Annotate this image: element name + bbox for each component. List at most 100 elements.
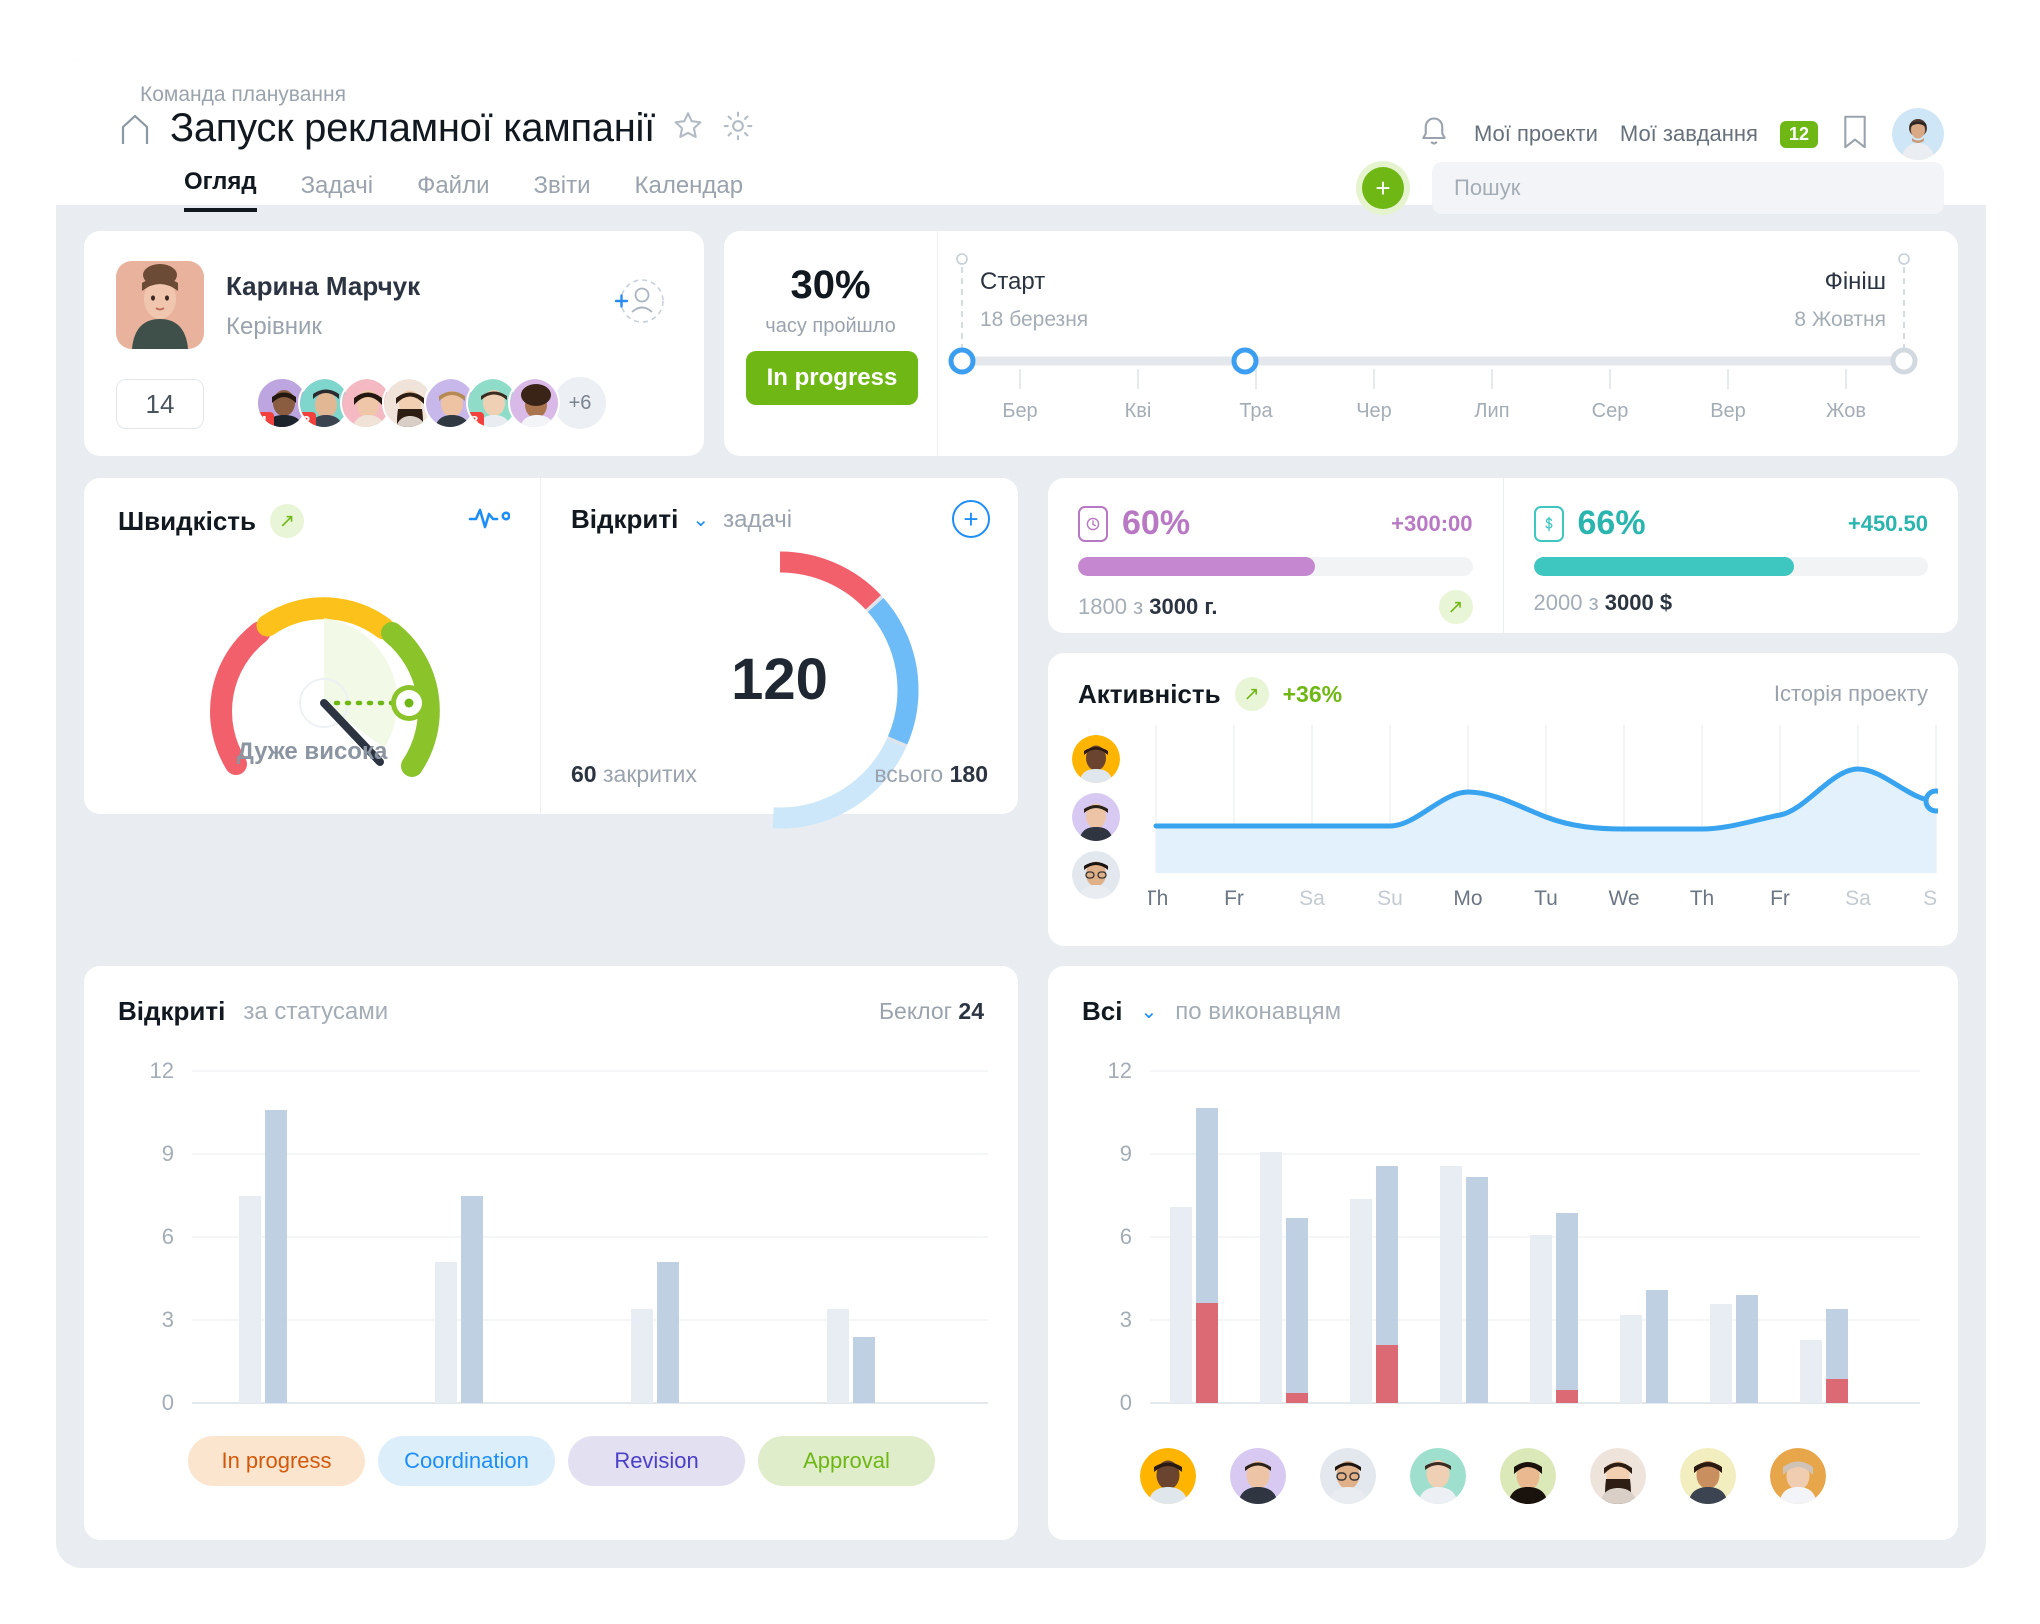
assignee-avatar[interactable] — [1590, 1448, 1646, 1504]
status-chart-title: Відкриті — [118, 996, 226, 1026]
assignee-avatar[interactable] — [1320, 1448, 1376, 1504]
tab-reports[interactable]: Звіти — [534, 172, 591, 212]
assignee-dropdown-label[interactable]: по виконавцям — [1175, 998, 1341, 1026]
status-chart-subtitle: за статусами — [243, 997, 389, 1025]
donut-header: Відкриті ⌄ задачі — [571, 504, 792, 535]
clock-icon — [1078, 505, 1108, 542]
svg-text:Th: Th — [1148, 887, 1168, 910]
assignee-avatar[interactable] — [1230, 1448, 1286, 1504]
svg-text:Su: Su — [1377, 887, 1403, 910]
activity-avatar[interactable] — [1072, 793, 1120, 841]
pill-in-progress[interactable]: In progress — [188, 1436, 365, 1486]
budget-metric: 66% +450.50 2000 з 3000 $ — [1502, 478, 1959, 633]
activity-chart-svg: Th Fr Sa Su Mo Tu We Th Fr Sa Su — [1148, 725, 1938, 910]
more-members[interactable]: +6 — [554, 377, 606, 429]
gear-icon[interactable] — [721, 109, 755, 148]
search-row: + Пошук — [1356, 161, 1944, 215]
search-input[interactable]: Пошук — [1432, 162, 1944, 214]
chevron-down-icon[interactable]: ⌄ — [1140, 999, 1157, 1024]
tab-files[interactable]: Файли — [417, 172, 489, 212]
time-target: 3000 — [1149, 594, 1199, 619]
time-metric: 60% +300:00 1800 з 3000 г. ↗ — [1048, 478, 1503, 633]
timeline-summary: 30% часу пройшло In progress — [724, 231, 938, 456]
activity-avatar[interactable] — [1072, 735, 1120, 783]
header-actions: Мої проекти Мої завдання 12 — [1416, 108, 1944, 160]
donut-dropdown-label[interactable]: задачі — [723, 506, 792, 534]
member-badge: 2 — [300, 412, 317, 427]
member-avatar[interactable] — [508, 377, 560, 429]
svg-text:6: 6 — [1120, 1224, 1132, 1249]
project-history-link[interactable]: Історія проекту — [1774, 681, 1928, 707]
open-tasks-card: Відкриті ⌄ задачі + 120 60 закритих всьо… — [540, 478, 1018, 829]
title-row: Запуск рекламної кампанії — [116, 106, 755, 151]
tab-tasks[interactable]: Задачі — [301, 172, 374, 212]
donut-footer: 60 закритих всього 180 — [571, 761, 988, 788]
svg-text:Mo: Mo — [1453, 887, 1482, 910]
backlog-label: Беклог — [878, 998, 953, 1024]
trend-up-icon: ↗ — [1234, 677, 1269, 711]
start-label: Старт — [980, 268, 1045, 295]
assignee-avatar[interactable] — [1410, 1448, 1466, 1504]
time-trend-icon[interactable]: ↗ — [1438, 590, 1473, 624]
avatar[interactable] — [1892, 108, 1944, 160]
status-badge[interactable]: In progress — [746, 351, 918, 405]
svg-text:Th: Th — [1690, 887, 1715, 910]
pill-revision[interactable]: Revision — [568, 1436, 745, 1486]
assignee-chart-header: Всі ⌄ по виконавцям — [1082, 996, 1341, 1027]
assignee-avatar[interactable] — [1500, 1448, 1556, 1504]
pill-coordination[interactable]: Coordination — [378, 1436, 555, 1486]
pulse-icon[interactable] — [468, 504, 511, 535]
activity-title: Активність — [1078, 678, 1221, 709]
svg-text:6: 6 — [162, 1224, 174, 1249]
tab-calendar[interactable]: Календар — [634, 172, 743, 212]
svg-text:0: 0 — [1120, 1390, 1132, 1415]
speed-gauge-card: Швидкість ↗ Дуже висока — [84, 478, 540, 814]
bell-icon[interactable] — [1416, 114, 1452, 155]
member-count: 14 — [116, 379, 204, 429]
svg-text:9: 9 — [162, 1141, 174, 1166]
timeline-card: 30% часу пройшло In progress Старт 18 бе… — [724, 231, 1958, 456]
svg-text:We: We — [1608, 887, 1639, 910]
timeline-month-labels: Бер Кві Тра Чер Лип Сер Вер Жов — [1002, 400, 1866, 422]
activity-header: Активність ↗ +36% — [1078, 677, 1342, 711]
open-by-status-card: Відкриті за статусами Беклог 24 12 9 6 3 0 — [84, 966, 1018, 1540]
status-chart-header: Відкриті за статусами — [118, 996, 388, 1027]
donut-title: Відкриті — [571, 504, 679, 534]
assignee-avatar[interactable] — [1680, 1448, 1736, 1504]
time-delta: +300:00 — [1391, 510, 1473, 536]
add-button[interactable]: + — [1356, 161, 1410, 215]
assignee-avatar[interactable] — [1140, 1448, 1196, 1504]
star-icon[interactable] — [671, 109, 705, 148]
backlog-info: Беклог 24 — [879, 998, 984, 1025]
assignee-y-labels: 12 9 6 3 0 — [1108, 1058, 1132, 1415]
bookmark-icon[interactable] — [1840, 114, 1870, 155]
my-projects-link[interactable]: Мої проекти — [1474, 121, 1598, 147]
activity-avatars — [1072, 735, 1120, 899]
home-icon[interactable] — [116, 110, 154, 148]
activity-card: Активність ↗ +36% Історія проекту Th Fr … — [1048, 653, 1958, 946]
svg-text:Fr: Fr — [1770, 887, 1790, 910]
gauge-value-label: Дуже висока — [236, 738, 388, 765]
pill-approval[interactable]: Approval — [758, 1436, 935, 1486]
budget-percent-value: 66% — [1577, 504, 1646, 542]
my-tasks-link[interactable]: Мої завдання — [1620, 121, 1758, 147]
svg-text:Тра: Тра — [1239, 400, 1273, 422]
svg-text:12: 12 — [1108, 1058, 1132, 1083]
chevron-down-icon[interactable]: ⌄ — [692, 507, 709, 532]
metrics-card: 60% +300:00 1800 з 3000 г. ↗ 66% +450.50… — [1048, 478, 1958, 633]
finish-date: 8 Жовтня — [1794, 308, 1886, 331]
add-member-icon[interactable] — [610, 273, 666, 329]
svg-text:Sa: Sa — [1299, 887, 1325, 910]
svg-text:Жов: Жов — [1826, 400, 1866, 422]
assignee-avatar[interactable] — [1770, 1448, 1826, 1504]
time-percent-caption: часу пройшло — [765, 315, 896, 337]
gauge-title: Швидкість — [118, 505, 257, 536]
time-of: з — [1133, 594, 1144, 619]
svg-text:Лип: Лип — [1474, 400, 1509, 422]
tab-overview[interactable]: Огляд — [184, 168, 257, 212]
budget-of: з — [1588, 590, 1599, 615]
add-task-button[interactable]: + — [952, 500, 990, 538]
lead-avatar — [116, 261, 204, 349]
svg-text:Tu: Tu — [1534, 887, 1558, 910]
activity-avatar[interactable] — [1072, 851, 1120, 899]
